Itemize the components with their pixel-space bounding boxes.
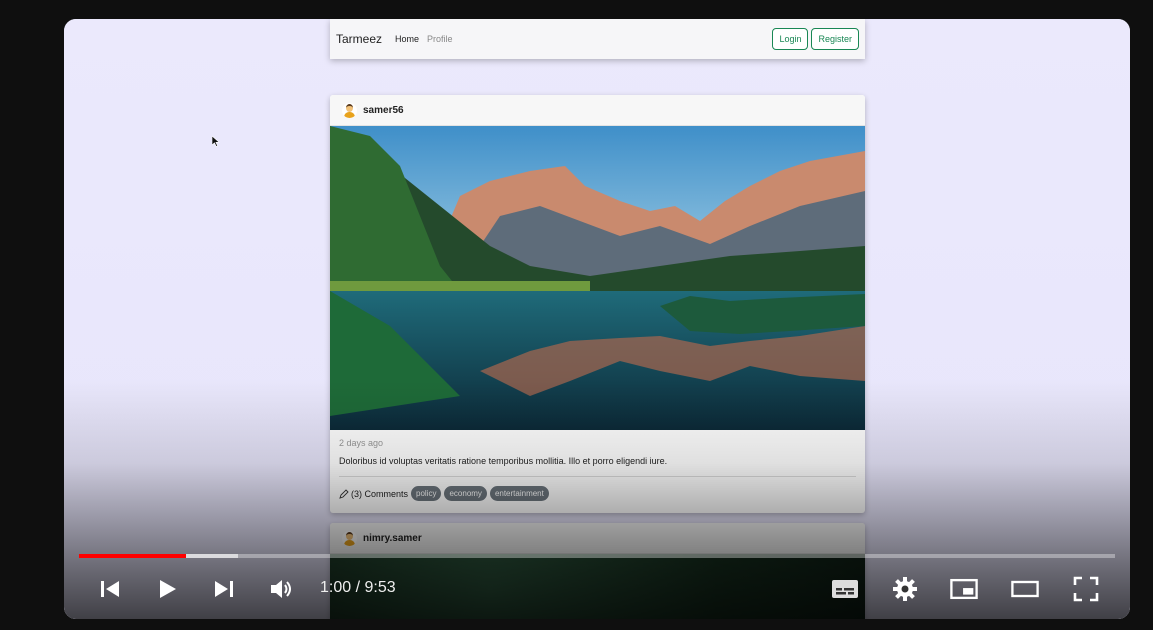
post-card: samer56 2 days ago Doloribus id voluptas… bbox=[330, 95, 865, 513]
video-frame: Tarmeez Home Profile Login Register same… bbox=[64, 19, 1130, 619]
post-header: samer56 bbox=[330, 95, 865, 126]
progress-bar[interactable] bbox=[79, 554, 1115, 558]
time-display: 1:00 / 9:53 bbox=[320, 579, 396, 596]
miniplayer-icon bbox=[950, 578, 978, 600]
fullscreen-icon bbox=[1073, 576, 1099, 602]
post-username: samer56 bbox=[363, 104, 404, 116]
avatar bbox=[342, 530, 357, 546]
tag-badge: policy bbox=[411, 486, 442, 501]
volume-icon bbox=[271, 580, 291, 598]
mouse-cursor-icon bbox=[212, 136, 220, 147]
next-icon bbox=[215, 581, 233, 597]
play-button[interactable] bbox=[154, 575, 182, 603]
play-icon bbox=[160, 580, 176, 598]
fullscreen-button[interactable] bbox=[1072, 575, 1100, 603]
avatar bbox=[342, 102, 357, 118]
login-button: Login bbox=[772, 28, 809, 50]
nav-link-profile: Profile bbox=[427, 34, 453, 44]
navbar: Tarmeez Home Profile Login Register bbox=[330, 19, 865, 59]
tag-badge: economy bbox=[444, 486, 487, 501]
post-header: nimry.samer bbox=[330, 523, 865, 554]
post-text: Doloribus id voluptas veritatis ratione … bbox=[339, 456, 668, 466]
post-image bbox=[330, 126, 865, 430]
player-controls: 1:00 / 9:53 bbox=[64, 567, 1130, 611]
theater-mode-button[interactable] bbox=[1011, 575, 1039, 603]
next-button[interactable] bbox=[210, 575, 238, 603]
nav-link-home: Home bbox=[395, 34, 420, 44]
subtitles-button[interactable] bbox=[831, 575, 859, 603]
played-progress bbox=[79, 554, 186, 558]
post-username: nimry.samer bbox=[363, 532, 422, 544]
previous-button[interactable] bbox=[96, 575, 124, 603]
post-footer: (3) Comments policy economy entertainmen… bbox=[339, 486, 856, 501]
subtitles-icon bbox=[832, 580, 858, 598]
settings-button[interactable] bbox=[891, 575, 919, 603]
mute-button[interactable] bbox=[268, 575, 296, 603]
settings-icon bbox=[893, 577, 917, 601]
register-button: Register bbox=[811, 28, 859, 50]
pen-icon bbox=[339, 488, 349, 499]
previous-icon bbox=[101, 581, 119, 597]
post-time: 2 days ago bbox=[339, 438, 384, 448]
video-player[interactable]: Tarmeez Home Profile Login Register same… bbox=[64, 19, 1130, 619]
post-body: 2 days ago Doloribus id voluptas veritat… bbox=[330, 430, 865, 509]
brand-name: Tarmeez bbox=[336, 32, 383, 46]
divider bbox=[339, 476, 856, 477]
comments-count: (3) Comments bbox=[351, 488, 409, 499]
tag-badge: entertainment bbox=[489, 486, 549, 501]
miniplayer-button[interactable] bbox=[950, 575, 978, 603]
theater-mode-icon bbox=[1011, 580, 1039, 598]
